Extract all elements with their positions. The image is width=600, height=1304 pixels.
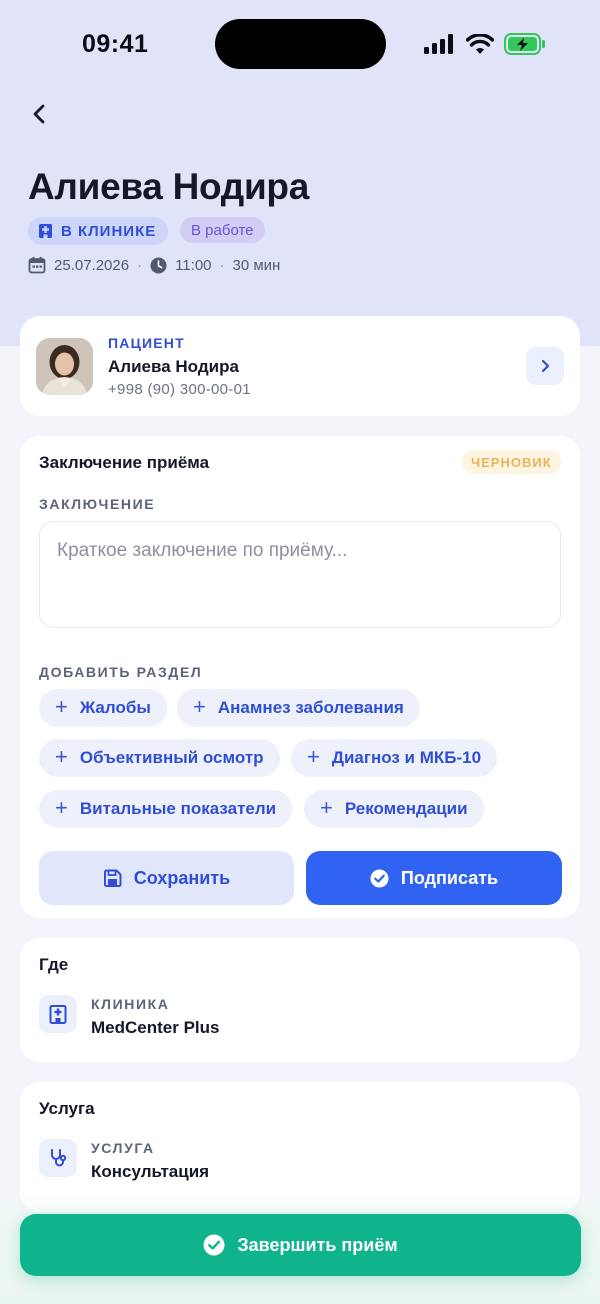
plus-icon: + — [320, 795, 333, 820]
where-title: Где — [39, 955, 69, 974]
service-card: Услуга УСЛУГА Консультация — [20, 1082, 580, 1212]
draft-badge: ЧЕРНОВИК — [462, 450, 561, 474]
section-label: Рекомендации — [344, 799, 468, 818]
add-section-label: ДОБАВИТЬ РАЗДЕЛ — [39, 664, 203, 680]
conclusion-field-label: ЗАКЛЮЧЕНИЕ — [39, 496, 156, 512]
chevron-left-icon — [33, 104, 45, 124]
where-card: Где КЛИНИКА MedCenter Plus — [20, 938, 580, 1062]
section-label: Витальные показатели — [79, 799, 277, 818]
sign-button[interactable]: Подписать — [306, 851, 562, 905]
section-label: Анамнез заболевания — [217, 698, 404, 717]
battery-charging-icon — [504, 33, 545, 55]
patient-name: Алиева Нодира — [108, 357, 239, 376]
patient-card[interactable]: ПАЦИЕНТ Алиева Нодира +998 (90) 300-00-0… — [20, 316, 580, 416]
location-chip-label: В КЛИНИКЕ — [61, 222, 157, 240]
service-name: Консультация — [91, 1162, 210, 1181]
status-icons — [424, 32, 546, 56]
appointment-meta: 25.07.2026 · 11:00 · 30 мин — [28, 256, 280, 274]
plus-icon: + — [55, 694, 68, 719]
calendar-icon — [28, 256, 46, 274]
plus-icon: + — [55, 795, 68, 820]
meta-separator: · — [137, 256, 143, 274]
appointment-duration: 30 мин — [232, 256, 281, 274]
service-title: Услуга — [39, 1099, 95, 1118]
patient-label: ПАЦИЕНТ — [108, 335, 185, 351]
check-circle-icon — [370, 869, 389, 887]
meta-separator: · — [219, 256, 225, 274]
dynamic-island — [215, 19, 386, 69]
avatar-image — [36, 338, 93, 395]
service-label: УСЛУГА — [91, 1140, 155, 1156]
section-label: Диагноз и МКБ-10 — [331, 748, 482, 767]
hospital-icon-container — [39, 995, 77, 1033]
plus-icon: + — [307, 744, 320, 769]
wifi-icon — [466, 33, 494, 54]
section-label: Жалобы — [79, 698, 151, 717]
patient-phone: +998 (90) 300-00-01 — [108, 381, 251, 398]
conclusion-card: Заключение приёма ЧЕРНОВИК ЗАКЛЮЧЕНИЕ Кр… — [20, 436, 580, 918]
clock-icon — [150, 257, 167, 273]
save-button-label: Сохранить — [133, 867, 231, 888]
floppy-disk-icon — [103, 869, 122, 887]
check-circle-icon — [203, 1234, 225, 1256]
location-chip: В КЛИНИКЕ — [28, 217, 169, 245]
clinic-label: КЛИНИКА — [91, 996, 170, 1012]
save-button[interactable]: Сохранить — [39, 851, 294, 905]
status-badge: В работе — [180, 217, 265, 243]
add-section-anamnesis[interactable]: + Анамнез заболевания — [177, 689, 420, 727]
conclusion-textarea[interactable]: Краткое заключение по приёму... — [39, 521, 561, 628]
clinic-name: MedCenter Plus — [91, 1018, 220, 1037]
open-patient-button[interactable] — [526, 347, 564, 385]
add-section-recommendations[interactable]: + Рекомендации — [304, 790, 484, 828]
add-section-complaints[interactable]: + Жалобы — [39, 689, 167, 727]
status-bar: 09:41 — [0, 0, 600, 90]
avatar — [36, 338, 93, 395]
stethoscope-icon — [51, 1149, 67, 1167]
cellular-signal-icon — [424, 34, 453, 54]
appointment-time: 11:00 — [175, 256, 212, 274]
back-button[interactable] — [26, 100, 54, 128]
hospital-icon — [49, 1004, 67, 1024]
finish-button-label: Завершить приём — [237, 1234, 398, 1255]
chevron-right-icon — [541, 359, 550, 373]
add-section-vitals[interactable]: + Витальные показатели — [39, 790, 293, 828]
add-section-diagnosis[interactable]: + Диагноз и МКБ-10 — [291, 739, 498, 777]
add-section-objective-exam[interactable]: + Объективный осмотр — [39, 739, 280, 777]
hospital-icon — [39, 224, 52, 238]
appointment-date: 25.07.2026 — [54, 256, 130, 274]
page-title: Алиева Нодира — [28, 166, 310, 207]
plus-icon: + — [55, 744, 68, 769]
stethoscope-icon-container — [39, 1139, 77, 1177]
section-label: Объективный осмотр — [79, 748, 264, 767]
sign-button-label: Подписать — [400, 867, 499, 888]
finish-appointment-button[interactable]: Завершить приём — [20, 1214, 581, 1276]
conclusion-title: Заключение приёма — [39, 453, 210, 472]
plus-icon: + — [193, 694, 206, 719]
status-time: 09:41 — [82, 30, 149, 58]
